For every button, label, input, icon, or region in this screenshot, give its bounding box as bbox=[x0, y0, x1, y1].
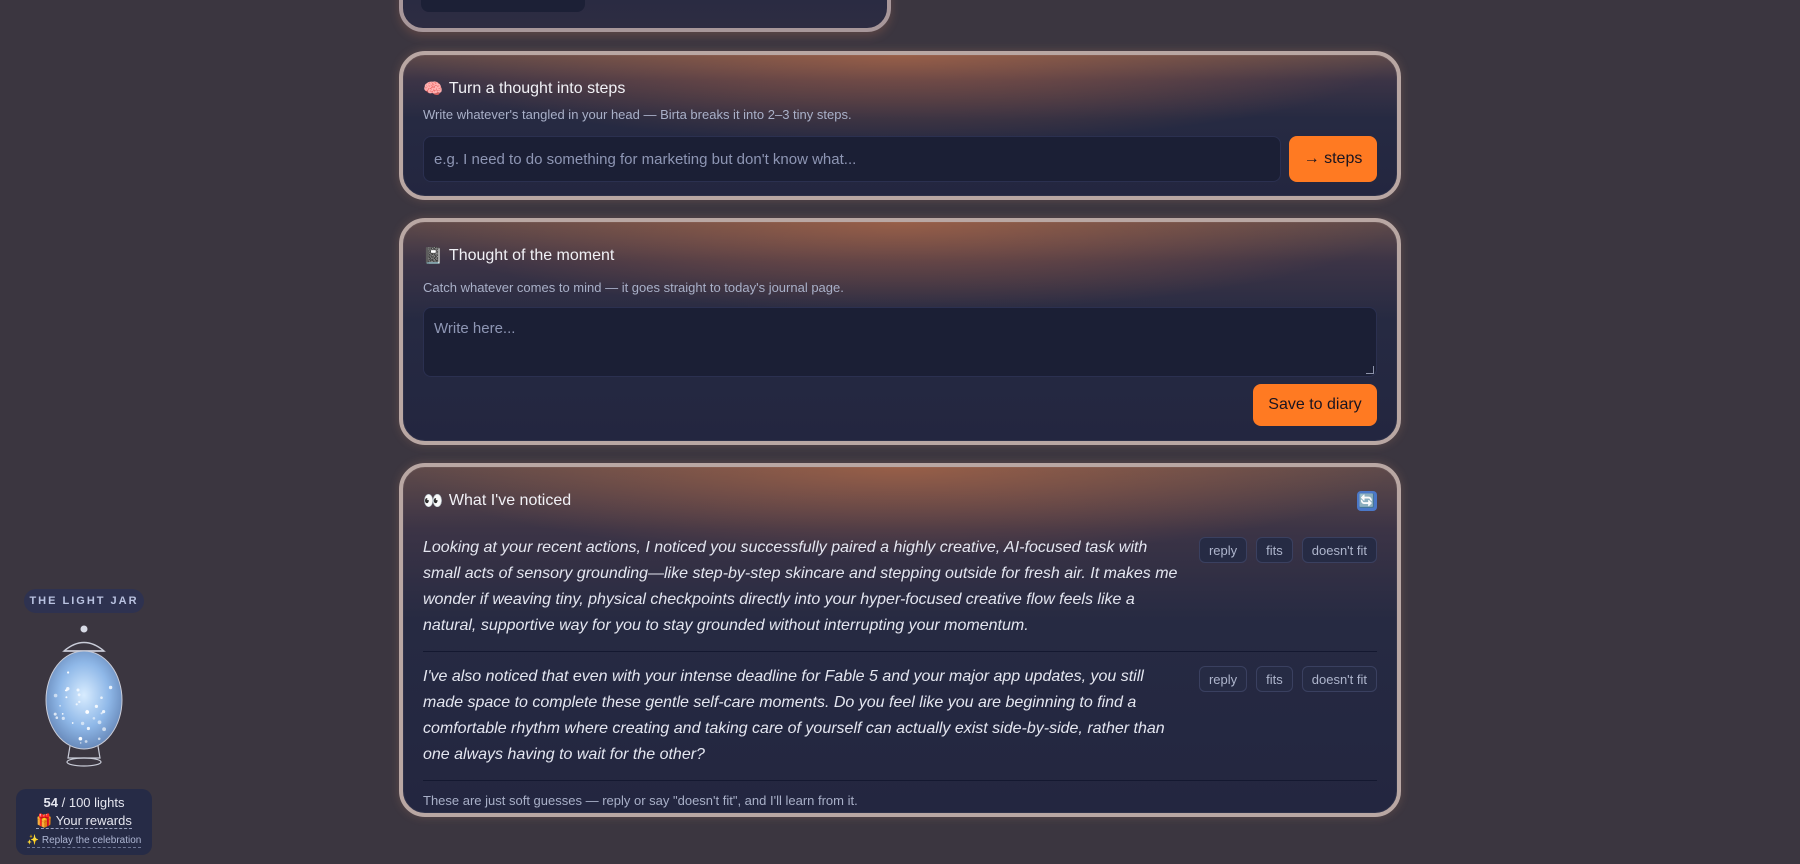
refresh-icon[interactable]: 🔄 bbox=[1357, 491, 1377, 511]
steps-card: 🧠 Turn a thought into steps Write whatev… bbox=[399, 51, 1401, 200]
thought-card-title-text: Thought of the moment bbox=[448, 247, 615, 264]
jar-sparkle bbox=[65, 696, 68, 699]
jar-sparkle bbox=[55, 716, 59, 719]
notice-text: Looking at your recent actions, I notice… bbox=[423, 539, 1178, 634]
jar-sparkle bbox=[78, 700, 81, 704]
steps-card-title: 🧠 Turn a thought into steps bbox=[423, 77, 1377, 101]
light-count-total: / 100 lights bbox=[61, 795, 125, 810]
jar-sparkle bbox=[77, 693, 81, 697]
noticed-card: 👀 What I've noticed 🔄 Looking at your re… bbox=[399, 463, 1401, 817]
jar-sparkle bbox=[97, 737, 101, 741]
noticed-card-title-text: What I've noticed bbox=[448, 492, 572, 509]
jar-sparkle bbox=[61, 713, 64, 715]
notice-text: I've also noticed that even with your in… bbox=[423, 668, 1165, 763]
light-count: 54 / 100 lights bbox=[16, 795, 152, 810]
notice-item: I've also noticed that even with your in… bbox=[423, 651, 1377, 780]
doesnt-fit-button[interactable]: doesn't fit bbox=[1301, 666, 1377, 692]
fits-button[interactable]: fits bbox=[1256, 537, 1293, 563]
eyes-icon: 👀 bbox=[423, 493, 443, 510]
jar-sparkle bbox=[92, 717, 96, 720]
resize-handle-icon[interactable] bbox=[1366, 366, 1374, 374]
light-jar-label: THE LIGHT JAR bbox=[24, 589, 144, 613]
jar-sparkle bbox=[61, 716, 65, 720]
jar-sparkle bbox=[94, 704, 98, 708]
replay-celebration-link[interactable]: ✨ Replay the celebration bbox=[26, 835, 142, 848]
jar-sparkle bbox=[59, 704, 61, 707]
page: 🧠 Turn a thought into steps Write whatev… bbox=[0, 0, 1800, 864]
jar-sparkle bbox=[67, 671, 70, 674]
thought-card-title: 📓 Thought of the moment bbox=[423, 244, 1377, 268]
jar-sparkle bbox=[79, 742, 82, 744]
gift-icon: 🎁 bbox=[36, 813, 53, 828]
thought-card: 📓 Thought of the moment Catch whatever c… bbox=[399, 218, 1401, 445]
light-jar-panel: 54 / 100 lights 🎁 Your rewards ✨ Replay … bbox=[16, 789, 152, 855]
rewards-label: Your rewards bbox=[55, 813, 132, 828]
jar-sparkle bbox=[80, 721, 85, 726]
journal-textarea-placeholder: Write here... bbox=[434, 320, 516, 337]
light-count-value: 54 bbox=[43, 795, 58, 810]
jar-sparkle bbox=[86, 709, 88, 712]
jar-sparkle bbox=[108, 685, 113, 690]
rewards-link[interactable]: 🎁 Your rewards bbox=[36, 813, 132, 829]
sparkles-icon: ✨ bbox=[26, 835, 40, 846]
journal-textarea[interactable]: Write here... bbox=[423, 307, 1377, 377]
jar-sparkle bbox=[53, 712, 57, 716]
thought-card-subtitle: Catch whatever comes to mind — it goes s… bbox=[423, 280, 844, 295]
reply-button[interactable]: reply bbox=[1198, 537, 1248, 563]
jar-sparkle bbox=[102, 727, 106, 732]
noticed-card-title: 👀 What I've noticed 🔄 bbox=[423, 489, 1377, 513]
jar-sparkle bbox=[100, 696, 103, 699]
jar-sparkle bbox=[66, 687, 70, 691]
jar-sparkle bbox=[53, 693, 58, 698]
fits-button[interactable]: fits bbox=[1256, 666, 1293, 692]
jar-sparkle bbox=[97, 720, 102, 725]
jar-sparkle bbox=[84, 740, 88, 743]
jar-sparkle bbox=[75, 703, 78, 706]
brain-icon: 🧠 bbox=[423, 81, 443, 98]
jar-sparkle bbox=[86, 726, 90, 731]
jar-sparkle bbox=[71, 722, 74, 724]
steps-card-title-text: Turn a thought into steps bbox=[448, 80, 626, 97]
light-jar-icon[interactable] bbox=[42, 624, 128, 774]
thought-input[interactable]: e.g. I need to do something for marketin… bbox=[423, 136, 1281, 182]
notebook-icon: 📓 bbox=[423, 248, 443, 265]
jar-sparkle bbox=[78, 736, 83, 741]
previous-card-button[interactable] bbox=[421, 0, 585, 12]
replay-label: Replay the celebration bbox=[41, 835, 142, 846]
jar-sparkle bbox=[76, 688, 80, 692]
steps-button[interactable]: → steps bbox=[1289, 136, 1377, 182]
jar-sparkle bbox=[100, 712, 103, 715]
jar-sparkle bbox=[64, 689, 67, 692]
doesnt-fit-button[interactable]: doesn't fit bbox=[1301, 537, 1377, 563]
save-to-diary-button[interactable]: Save to diary bbox=[1253, 384, 1377, 426]
reply-button[interactable]: reply bbox=[1198, 666, 1248, 692]
noticed-footnote: These are just soft guesses — reply or s… bbox=[423, 793, 858, 808]
steps-card-subtitle: Write whatever's tangled in your head — … bbox=[423, 107, 852, 122]
notice-item: Looking at your recent actions, I notice… bbox=[423, 523, 1377, 651]
previous-card bbox=[399, 0, 891, 32]
